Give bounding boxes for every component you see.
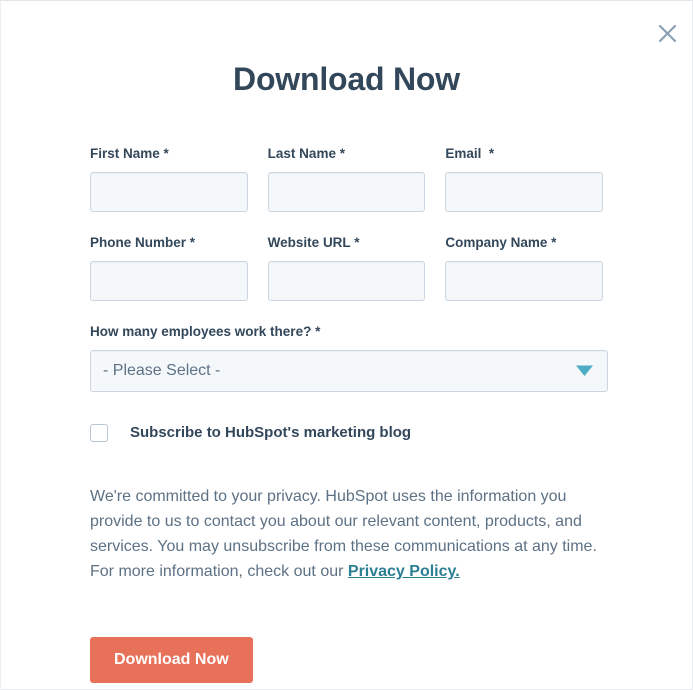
label-last-name: Last Name * [268, 145, 426, 163]
label-company-name: Company Name * [445, 234, 603, 252]
download-modal: Download Now First Name * Last Name * Em… [0, 0, 693, 690]
phone-number-input[interactable] [90, 261, 248, 301]
privacy-text-body: We're committed to your privacy. HubSpot… [90, 488, 597, 580]
label-website-url-text: Website URL [267, 235, 351, 250]
label-phone-number: Phone Number * [90, 234, 248, 252]
last-name-input[interactable] [267, 172, 426, 212]
required-asterisk: * [551, 235, 557, 250]
row-spacer [90, 212, 603, 234]
label-last-name-text: Last Name [267, 146, 336, 161]
required-asterisk: * [339, 146, 345, 161]
close-icon[interactable] [652, 18, 682, 48]
label-employees: How many employees work there? * [90, 323, 608, 341]
label-phone-number-text: Phone Number [90, 235, 187, 250]
field-employees: How many employees work there? * - Pleas… [90, 323, 608, 392]
required-asterisk: * [354, 235, 360, 250]
subscribe-checkbox[interactable] [90, 424, 108, 442]
company-name-input[interactable] [445, 261, 604, 301]
label-company-name-text: Company Name [445, 235, 548, 250]
required-asterisk: * [488, 146, 495, 161]
website-url-input[interactable] [267, 261, 426, 301]
label-email: Email * [445, 145, 603, 163]
form-row-1: First Name * Last Name * Email * [90, 145, 604, 212]
download-now-button[interactable]: Download Now [90, 637, 253, 683]
row-spacer [90, 301, 603, 323]
required-asterisk: * [315, 324, 321, 339]
privacy-text: We're committed to your privacy. HubSpot… [90, 484, 608, 584]
field-website-url: Website URL * [267, 234, 426, 301]
first-name-input[interactable] [90, 172, 248, 212]
form-row-2: Phone Number * Website URL * Company Nam… [90, 234, 604, 301]
label-website-url: Website URL * [268, 234, 426, 252]
subscribe-checkbox-row[interactable]: Subscribe to HubSpot's marketing blog [90, 424, 603, 442]
employees-select-value: - Please Select - [103, 362, 221, 379]
label-employees-text: How many employees work there? [90, 324, 312, 339]
subscribe-checkbox-label: Subscribe to HubSpot's marketing blog [130, 424, 412, 441]
field-company-name: Company Name * [445, 234, 604, 301]
download-form: First Name * Last Name * Email * Phone N… [1, 145, 692, 683]
field-last-name: Last Name * [267, 145, 426, 212]
field-email: Email * [445, 145, 604, 212]
privacy-policy-link[interactable]: Privacy Policy. [348, 563, 460, 580]
employees-select-wrapper: - Please Select - [90, 350, 608, 392]
field-first-name: First Name * [90, 145, 248, 212]
close-icon-glyph [658, 24, 676, 42]
employees-select[interactable]: - Please Select - [90, 350, 608, 392]
email-input[interactable] [445, 172, 604, 212]
label-first-name-text: First Name [90, 146, 160, 161]
label-email-text: Email [445, 146, 486, 161]
required-asterisk: * [163, 146, 169, 161]
page-title: Download Now [233, 61, 460, 97]
label-first-name: First Name * [90, 145, 248, 163]
field-phone-number: Phone Number * [90, 234, 248, 301]
required-asterisk: * [189, 235, 196, 250]
